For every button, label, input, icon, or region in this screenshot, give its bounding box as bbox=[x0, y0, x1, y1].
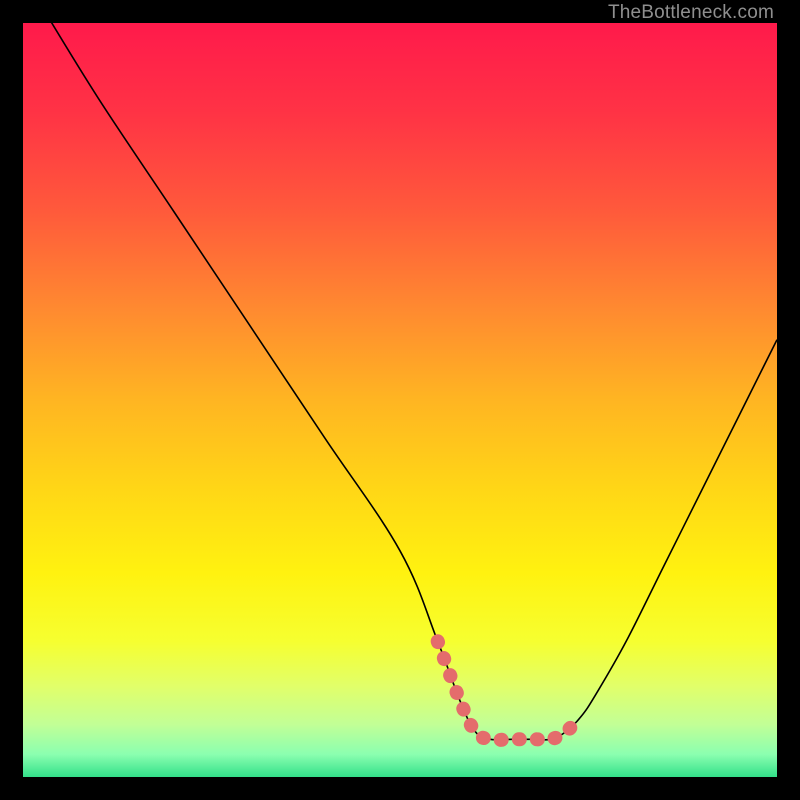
curve-layer bbox=[23, 23, 777, 777]
plot-area bbox=[23, 23, 777, 777]
bottleneck-curve bbox=[38, 23, 777, 740]
chart-frame: TheBottleneck.com bbox=[0, 0, 800, 800]
watermark: TheBottleneck.com bbox=[608, 2, 774, 24]
optimal-zone-marker bbox=[438, 641, 581, 740]
